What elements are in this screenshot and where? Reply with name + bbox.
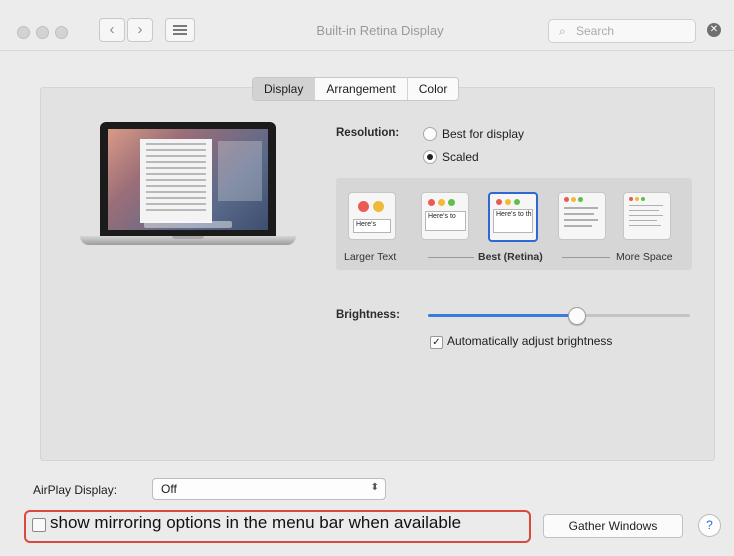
back-button[interactable]: ‹ bbox=[99, 18, 125, 42]
window-title: Built-in Retina Display bbox=[316, 23, 444, 38]
scale-divider-right bbox=[562, 257, 610, 258]
close-window-button[interactable] bbox=[17, 26, 30, 39]
mirroring-checkbox[interactable] bbox=[32, 518, 46, 532]
scale-divider-left bbox=[428, 257, 474, 258]
brightness-slider-knob[interactable] bbox=[568, 307, 586, 325]
minimize-window-button[interactable] bbox=[36, 26, 49, 39]
airplay-label: AirPlay Display: bbox=[33, 483, 118, 497]
help-icon[interactable]: ? bbox=[698, 514, 721, 537]
auto-brightness-checkbox[interactable]: ✓ bbox=[430, 336, 443, 349]
scale-option-2[interactable]: Here's to bbox=[421, 192, 469, 240]
forward-button[interactable]: › bbox=[127, 18, 153, 42]
scale-option-more-space[interactable] bbox=[623, 192, 671, 240]
scaled-label: Scaled bbox=[442, 150, 479, 164]
back-icon: ‹ bbox=[109, 21, 115, 38]
radio-best-for-display[interactable] bbox=[423, 127, 437, 141]
best-retina-label: Best (Retina) bbox=[478, 251, 543, 263]
tab-bar: Display Arrangement Color bbox=[252, 77, 460, 101]
forward-icon: › bbox=[137, 21, 143, 38]
larger-text-label: Larger Text bbox=[344, 251, 397, 263]
brightness-slider[interactable] bbox=[428, 314, 690, 317]
scale-option-larger-text[interactable]: Here's bbox=[348, 192, 396, 240]
radio-scaled[interactable] bbox=[423, 150, 437, 164]
best-for-display-label: Best for display bbox=[442, 127, 525, 141]
chevron-updown-icon: ⬍ bbox=[370, 482, 379, 493]
more-space-label: More Space bbox=[616, 251, 673, 263]
airplay-value: Off bbox=[161, 482, 177, 496]
search-icon: ⌕ bbox=[559, 24, 566, 38]
mirroring-label: show mirroring options in the menu bar w… bbox=[50, 513, 462, 532]
gather-windows-button[interactable]: Gather Windows bbox=[543, 514, 683, 538]
clear-icon[interactable]: ✕ bbox=[707, 23, 721, 37]
tab-arrangement[interactable]: Arrangement bbox=[314, 78, 406, 100]
search-placeholder: Search bbox=[576, 24, 615, 38]
scale-option-best-retina[interactable]: Here's to th bbox=[488, 192, 538, 242]
zoom-window-button[interactable] bbox=[55, 26, 68, 39]
laptop-image bbox=[80, 122, 300, 262]
scaled-options: Here's Here's to Here's to th Larger Tex… bbox=[336, 178, 692, 270]
brightness-label: Brightness: bbox=[336, 309, 400, 321]
show-all-button[interactable] bbox=[165, 18, 195, 42]
airplay-select[interactable]: Off ⬍ bbox=[152, 478, 386, 500]
search-field[interactable]: ⌕ Search bbox=[548, 19, 696, 43]
title-bar: ‹ › Built-in Retina Display ⌕ Search ✕ bbox=[0, 0, 734, 51]
auto-brightness-label: Automatically adjust brightness bbox=[447, 334, 613, 348]
preferences-window: ‹ › Built-in Retina Display ⌕ Search ✕ D… bbox=[0, 0, 734, 556]
tab-display[interactable]: Display bbox=[253, 78, 315, 100]
scale-option-4[interactable] bbox=[558, 192, 606, 240]
tab-color[interactable]: Color bbox=[406, 78, 459, 100]
resolution-label: Resolution: bbox=[336, 127, 400, 139]
